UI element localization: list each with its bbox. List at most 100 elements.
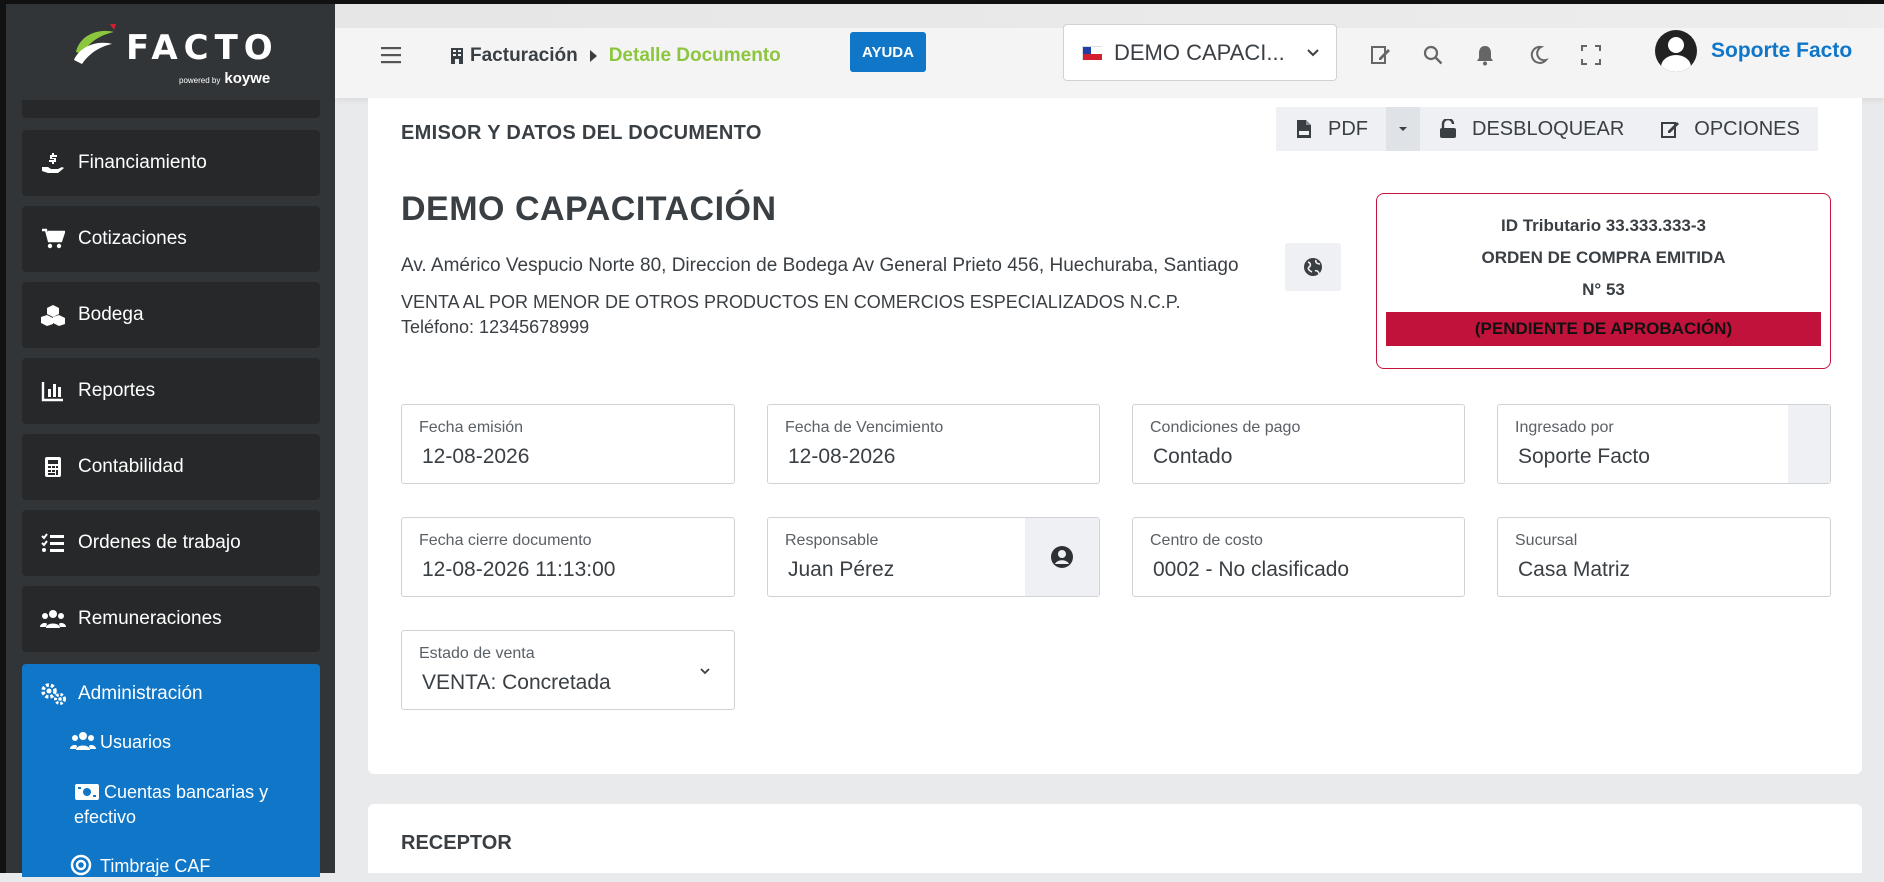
tax-id: ID Tributario 33.333.333-3 xyxy=(1500,216,1707,235)
sidebar-item-label: Reportes xyxy=(78,380,156,401)
fullscreen-icon[interactable] xyxy=(1580,44,1602,66)
breadcrumb-root[interactable]: Facturación xyxy=(470,45,578,67)
pdf-button-label: PDF xyxy=(1328,117,1368,140)
tasks-list-icon xyxy=(40,531,66,555)
section-title: RECEPTOR xyxy=(401,832,512,854)
logo-text: FACTO xyxy=(126,28,279,68)
sidebar-subitem-cuentas-bancarias[interactable]: Cuentas bancarias y efectivo xyxy=(74,780,314,829)
sidebar: FACTO powered by koywe Financiamiento Cot… xyxy=(6,4,335,877)
centro-costo-field[interactable]: Centro de costo 0002 - No clasificado xyxy=(1132,517,1465,597)
breadcrumb-separator-icon xyxy=(589,50,597,62)
globe-icon xyxy=(1304,258,1322,276)
field-value: 12-08-2026 xyxy=(422,445,530,468)
document-type: ORDEN DE COMPRA EMITIDA xyxy=(1481,248,1726,267)
sidebar-item-label: Administración xyxy=(78,683,203,704)
fecha-vencimiento-field[interactable]: Fecha de Vencimiento 12-08-2026 xyxy=(767,404,1100,484)
condiciones-pago-field[interactable]: Condiciones de pago Contado xyxy=(1132,404,1465,484)
field-value: 12-08-2026 xyxy=(788,445,896,468)
estado-venta-select[interactable]: Estado de venta VENTA: Concretada xyxy=(401,630,735,710)
chevron-down-icon xyxy=(1307,48,1319,56)
facto-logo-mark-icon xyxy=(74,24,116,64)
hand-dollar-icon xyxy=(40,151,66,175)
responsable-user-button[interactable] xyxy=(1025,518,1099,596)
field-addon xyxy=(1788,405,1830,483)
search-icon[interactable] xyxy=(1422,44,1444,66)
pdf-dropdown-button[interactable] xyxy=(1386,107,1420,151)
sidebar-item-administracion[interactable]: Administración Usuarios Cuentas bancaria… xyxy=(22,664,320,877)
document-number: N° 53 xyxy=(1582,280,1625,299)
responsable-field[interactable]: Responsable Juan Pérez xyxy=(767,517,1100,597)
user-circle-icon xyxy=(1051,546,1073,568)
unlock-icon xyxy=(1440,119,1456,138)
users-icon xyxy=(40,607,66,631)
field-value: VENTA: Concretada xyxy=(422,671,611,694)
fecha-emision-field[interactable]: Fecha emisión 12-08-2026 xyxy=(401,404,735,484)
sidebar-item-label: Financiamiento xyxy=(78,152,207,173)
field-value: 0002 - No clasificado xyxy=(1153,558,1350,581)
sidebar-item-bodega[interactable]: Bodega xyxy=(22,282,320,348)
field-value: 12-08-2026 11:13:00 xyxy=(422,558,616,581)
sidebar-item-label: Ordenes de trabajo xyxy=(78,532,241,553)
fecha-cierre-field[interactable]: Fecha cierre documento 12-08-2026 11:13:… xyxy=(401,517,735,597)
field-label: Condiciones de pago xyxy=(1150,419,1301,436)
users-icon xyxy=(70,730,96,752)
field-value: Contado xyxy=(1153,445,1233,468)
field-label: Estado de venta xyxy=(419,645,535,662)
sidebar-item-administracion-header[interactable]: Administración xyxy=(40,682,203,706)
gears-icon xyxy=(40,682,66,706)
sidebar-item-ordenes-de-trabajo[interactable]: Ordenes de trabajo xyxy=(22,510,320,576)
bell-icon[interactable] xyxy=(1474,44,1496,66)
file-pdf-icon xyxy=(1297,120,1311,138)
logo-brand: koywe xyxy=(224,70,271,87)
ingresado-por-field[interactable]: Ingresado por Soporte Facto xyxy=(1497,404,1831,484)
sidebar-item-label: Bodega xyxy=(78,304,144,325)
hamburger-menu-icon[interactable] xyxy=(381,46,403,64)
sidebar-item-partial[interactable] xyxy=(22,100,320,118)
edit-document-icon[interactable] xyxy=(1370,44,1392,66)
sidebar-subitem-text: Cuentas bancarias y efectivo xyxy=(74,782,269,827)
logo-powered-by: powered by koywe xyxy=(179,70,270,87)
sidebar-item-contabilidad[interactable]: Contabilidad xyxy=(22,434,320,500)
calculator-icon xyxy=(40,455,66,479)
document-info-box: ID Tributario 33.333.333-3 ORDEN DE COMP… xyxy=(1376,193,1831,369)
field-label: Sucursal xyxy=(1515,532,1578,549)
company-selector[interactable]: DEMO CAPACI... xyxy=(1063,24,1337,81)
sidebar-item-cotizaciones[interactable]: Cotizaciones xyxy=(22,206,320,272)
company-address: Av. Américo Vespucio Norte 80, Direccion… xyxy=(401,255,1239,276)
field-label: Responsable xyxy=(785,532,879,549)
sidebar-item-financiamiento[interactable]: Financiamiento xyxy=(22,130,320,196)
document-actions: PDF DESBLOQUEAR OPCIONES xyxy=(1276,107,1818,151)
options-button[interactable]: OPCIONES xyxy=(1642,107,1818,151)
field-label: Fecha cierre documento xyxy=(419,532,592,549)
field-value: Juan Pérez xyxy=(788,558,895,581)
user-menu[interactable]: Soporte Facto xyxy=(1655,30,1852,72)
boxes-icon xyxy=(40,303,66,327)
caret-down-icon xyxy=(1399,127,1407,131)
sidebar-subitem-usuarios[interactable]: Usuarios xyxy=(70,730,171,754)
field-value: Soporte Facto xyxy=(1518,445,1650,468)
sucursal-field[interactable]: Sucursal Casa Matriz xyxy=(1497,517,1831,597)
help-button[interactable]: AYUDA xyxy=(850,32,926,72)
money-bill-icon xyxy=(74,783,100,805)
facto-logo[interactable]: FACTO powered by koywe xyxy=(64,20,284,90)
pdf-button[interactable]: PDF xyxy=(1276,107,1386,151)
map-button[interactable] xyxy=(1285,243,1341,291)
sidebar-subitem-label: Usuarios xyxy=(100,732,172,752)
building-icon xyxy=(451,48,463,64)
receptor-card: RECEPTOR xyxy=(368,804,1862,873)
unlock-button[interactable]: DESBLOQUEAR xyxy=(1420,107,1643,151)
logo-powered-label: powered by xyxy=(179,75,221,85)
emisor-card: EMISOR Y DATOS DEL DOCUMENTO PDF DESBLOQ… xyxy=(368,98,1862,774)
avatar xyxy=(1655,30,1697,72)
company-selector-value: DEMO CAPACI... xyxy=(1114,39,1285,65)
breadcrumb-current: Detalle Documento xyxy=(608,45,781,66)
moon-icon[interactable] xyxy=(1527,44,1549,66)
company-name: DEMO CAPACITACIÓN xyxy=(401,190,777,228)
field-label: Centro de costo xyxy=(1150,532,1263,549)
cart-icon xyxy=(40,227,66,251)
field-label: Fecha emisión xyxy=(419,419,524,436)
sidebar-item-remuneraciones[interactable]: Remuneraciones xyxy=(22,586,320,652)
status-badge: (PENDIENTE DE APROBACIÓN) xyxy=(1386,312,1821,346)
sidebar-subitem-timbraje-caf[interactable]: Timbraje CAF xyxy=(70,854,210,878)
sidebar-item-reportes[interactable]: Reportes xyxy=(22,358,320,424)
